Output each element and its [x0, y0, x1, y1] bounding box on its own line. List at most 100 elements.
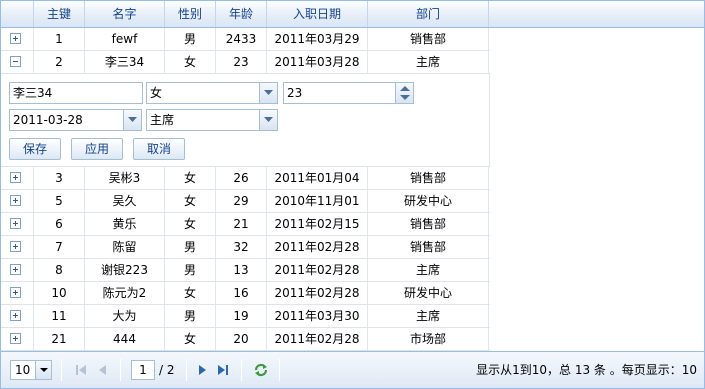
dept-select[interactable]: 主席	[146, 109, 278, 131]
cell-dept: 研发中心	[368, 282, 489, 304]
cell-age: 32	[216, 236, 267, 258]
expand-plus-icon[interactable]	[10, 241, 21, 252]
cell-dept: 销售部	[368, 236, 489, 258]
collapse-minus-icon[interactable]	[10, 56, 21, 67]
cell-date: 2011年02月28	[267, 328, 368, 350]
table-row[interactable]: 10 陈元为2 女 16 2011年02月28 研发中心	[1, 282, 490, 305]
expander-cell	[1, 236, 34, 258]
cell-age: 20	[216, 328, 267, 350]
expander-cell	[1, 282, 34, 304]
save-button[interactable]: 保存	[9, 138, 61, 160]
expand-plus-icon[interactable]	[10, 33, 21, 44]
expand-plus-icon[interactable]	[10, 195, 21, 206]
cell-name: 444	[85, 328, 165, 350]
last-page-icon[interactable]	[216, 363, 230, 377]
cell-gender: 女	[165, 328, 216, 350]
age-spin-buttons[interactable]	[395, 83, 413, 103]
page-size-select[interactable]: 10	[10, 360, 52, 380]
expander-cell	[1, 51, 34, 73]
date-dropdown-button[interactable]	[123, 110, 141, 130]
cell-dept: 销售部	[368, 213, 489, 235]
table-row[interactable]: 21 444 女 20 2011年02月28 市场部	[1, 328, 490, 351]
cell-gender: 女	[165, 282, 216, 304]
gender-dropdown-button[interactable]	[259, 83, 277, 103]
column-header-date[interactable]: 入职日期	[267, 1, 368, 27]
cell-age: 13	[216, 259, 267, 281]
pager-separator	[186, 359, 187, 381]
cell-dept: 销售部	[368, 167, 489, 189]
cell-age: 23	[216, 51, 267, 73]
column-header-age[interactable]: 年龄	[216, 1, 267, 27]
column-header-gender[interactable]: 性别	[165, 1, 216, 27]
cell-id: 5	[34, 190, 85, 212]
refresh-icon[interactable]	[253, 362, 269, 378]
cell-gender: 男	[165, 28, 216, 50]
expand-plus-icon[interactable]	[10, 264, 21, 275]
grid-header: 主键 名字 性别 年龄 入职日期 部门	[1, 1, 704, 28]
cell-age: 29	[216, 190, 267, 212]
column-header-id[interactable]: 主键	[34, 1, 85, 27]
pager-separator	[120, 359, 121, 381]
page-size-dropdown-button[interactable]	[35, 361, 51, 379]
table-row[interactable]: 6 黄乐 女 21 2011年02月15 销售部	[1, 213, 490, 236]
data-grid: 主键 名字 性别 年龄 入职日期 部门 1 fewf 男 2433 2011年0…	[0, 0, 705, 389]
age-stepper[interactable]: 23	[283, 82, 414, 104]
cell-id: 11	[34, 305, 85, 327]
cell-age: 16	[216, 282, 267, 304]
expander-cell	[1, 190, 34, 212]
cell-gender: 男	[165, 259, 216, 281]
pager-separator	[61, 359, 62, 381]
table-row[interactable]: 7 陈留 男 32 2011年02月28 销售部	[1, 236, 490, 259]
cell-date: 2010年11月01	[267, 190, 368, 212]
cell-name: 谢银223	[85, 259, 165, 281]
name-field[interactable]: 李三34	[9, 82, 143, 104]
expand-plus-icon[interactable]	[10, 218, 21, 229]
gender-select[interactable]: 女	[146, 82, 278, 104]
cell-id: 1	[34, 28, 85, 50]
cell-gender: 男	[165, 305, 216, 327]
apply-button[interactable]: 应用	[71, 138, 123, 160]
cell-name: 大为	[85, 305, 165, 327]
cell-date: 2011年02月28	[267, 259, 368, 281]
cell-date: 2011年02月15	[267, 213, 368, 235]
cell-dept: 主席	[368, 259, 489, 281]
table-row[interactable]: 5 吴久 女 29 2010年11月01 研发中心	[1, 190, 490, 213]
chevron-down-icon	[128, 117, 137, 122]
cell-dept: 主席	[368, 305, 489, 327]
cell-name: 吴久	[85, 190, 165, 212]
cell-dept: 主席	[368, 51, 489, 73]
chevron-down-icon	[264, 117, 273, 122]
cell-date: 2011年02月28	[267, 282, 368, 304]
next-page-icon[interactable]	[195, 363, 209, 377]
cell-dept: 销售部	[368, 28, 489, 50]
pagination-info: 显示从1到10，总 13 条 。每页显示：10	[476, 363, 697, 377]
table-row[interactable]: 8 谢银223 男 13 2011年02月28 主席	[1, 259, 490, 282]
chevron-down-icon	[264, 90, 273, 95]
expand-plus-icon[interactable]	[10, 172, 21, 183]
dept-dropdown-button[interactable]	[259, 110, 277, 130]
table-row[interactable]: 11 大为 男 19 2011年03月30 主席	[1, 305, 490, 328]
cancel-button[interactable]: 取消	[133, 138, 185, 160]
cell-name: 陈元为2	[85, 282, 165, 304]
expand-plus-icon[interactable]	[10, 287, 21, 298]
page-number-input[interactable]: 1	[131, 360, 155, 380]
expander-column-header	[1, 1, 34, 27]
first-page-icon[interactable]	[74, 363, 88, 377]
table-row-expanded[interactable]: 2 李三34 女 23 2011年03月28 主席	[1, 51, 490, 74]
expand-plus-icon[interactable]	[10, 333, 21, 344]
cell-date: 2011年03月28	[267, 51, 368, 73]
cell-age: 21	[216, 213, 267, 235]
table-row[interactable]: 3 吴彬3 女 26 2011年01月04 销售部	[1, 167, 490, 190]
cell-date: 2011年02月28	[267, 236, 368, 258]
previous-page-icon[interactable]	[96, 363, 110, 377]
date-picker[interactable]: 2011-03-28	[9, 109, 142, 131]
cell-dept: 市场部	[368, 328, 489, 350]
expander-cell	[1, 305, 34, 327]
cell-name: 陈留	[85, 236, 165, 258]
column-header-dept[interactable]: 部门	[368, 1, 489, 27]
expand-plus-icon[interactable]	[10, 310, 21, 321]
column-header-name[interactable]: 名字	[85, 1, 165, 27]
expander-cell	[1, 259, 34, 281]
cell-gender: 男	[165, 236, 216, 258]
table-row[interactable]: 1 fewf 男 2433 2011年03月29 销售部	[1, 28, 490, 51]
